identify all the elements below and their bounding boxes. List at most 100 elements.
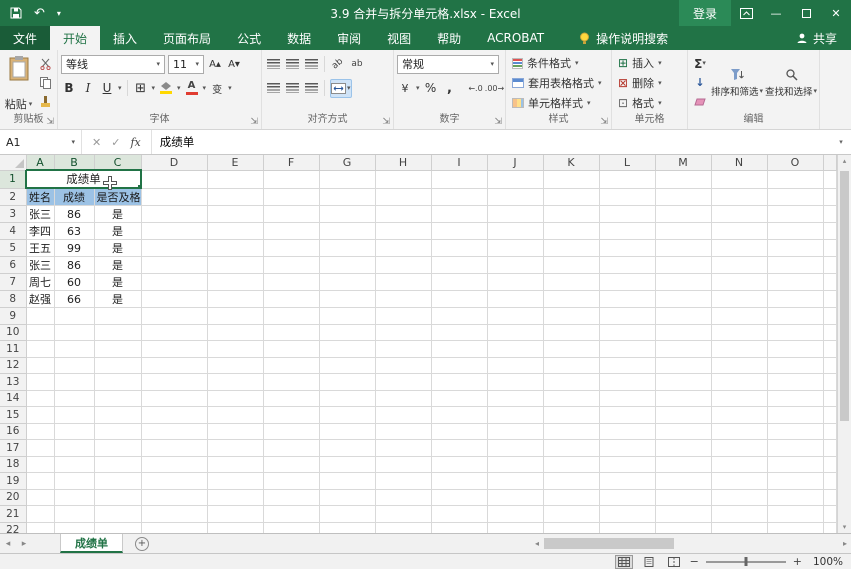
cell-A19[interactable]	[26, 472, 55, 490]
cell-M13[interactable]	[655, 373, 712, 391]
cell-K2[interactable]	[543, 188, 600, 206]
cell-H15[interactable]	[375, 406, 432, 424]
ribbon-tab-帮助[interactable]: 帮助	[424, 26, 474, 50]
column-header-B[interactable]: B	[53, 155, 95, 171]
column-header-M[interactable]: M	[654, 155, 712, 171]
cell-G20[interactable]	[319, 489, 376, 506]
cell-I3[interactable]	[431, 205, 488, 223]
cell-N8[interactable]	[711, 290, 768, 308]
cell-G8[interactable]	[319, 290, 376, 308]
cell-H4[interactable]	[375, 222, 432, 240]
cell-M18[interactable]	[655, 456, 712, 473]
cell-I12[interactable]	[431, 357, 488, 374]
cell-O13[interactable]	[767, 373, 824, 391]
cell-I19[interactable]	[431, 472, 488, 490]
cell-A6[interactable]: 张三	[26, 256, 55, 274]
cell-O14[interactable]	[767, 390, 824, 407]
cell-F13[interactable]	[263, 373, 320, 391]
cell-A8[interactable]: 赵强	[26, 290, 55, 308]
cell-F5[interactable]	[263, 239, 320, 257]
cell-D20[interactable]	[141, 489, 208, 506]
row-header-1[interactable]: 1	[0, 169, 27, 189]
column-header-K[interactable]: K	[542, 155, 600, 171]
zoom-out-button[interactable]: −	[690, 555, 699, 568]
cell-J7[interactable]	[487, 273, 544, 291]
cell-I5[interactable]	[431, 239, 488, 257]
row-header-18[interactable]: 18	[0, 455, 27, 473]
cell-M22[interactable]	[655, 522, 712, 533]
cell-N21[interactable]	[711, 505, 768, 523]
cell-D11[interactable]	[141, 340, 208, 358]
cell-A13[interactable]	[26, 373, 55, 391]
cell-O2[interactable]	[767, 188, 824, 206]
cell-G14[interactable]	[319, 390, 376, 407]
row-header-16[interactable]: 16	[0, 422, 27, 440]
cell-N18[interactable]	[711, 456, 768, 473]
formula-input[interactable]: 成绩单	[152, 130, 831, 154]
cell-N17[interactable]	[711, 439, 768, 457]
align-middle-button[interactable]	[284, 55, 300, 74]
number-dialog-launcher-icon[interactable]: ⇲	[494, 118, 502, 127]
cell-E16[interactable]	[207, 423, 264, 440]
cell-J3[interactable]	[487, 205, 544, 223]
cell-H16[interactable]	[375, 423, 432, 440]
cell-H2[interactable]	[375, 188, 432, 206]
decrease-font-size-button[interactable]: A▾	[226, 55, 242, 74]
cell-C2[interactable]: 是否及格	[94, 188, 142, 206]
cell-I8[interactable]	[431, 290, 488, 308]
cell-I7[interactable]	[431, 273, 488, 291]
cell-N19[interactable]	[711, 472, 768, 490]
cell-N13[interactable]	[711, 373, 768, 391]
cell-M17[interactable]	[655, 439, 712, 457]
page-layout-view-button[interactable]	[640, 555, 658, 569]
cell-J18[interactable]	[487, 456, 544, 473]
cell-L7[interactable]	[599, 273, 656, 291]
cell-H8[interactable]	[375, 290, 432, 308]
ribbon-tab-ACROBAT[interactable]: ACROBAT	[474, 26, 557, 50]
cell-L14[interactable]	[599, 390, 656, 407]
cell-M20[interactable]	[655, 489, 712, 506]
conditional-formatting-button[interactable]: 条件格式 ▾	[509, 53, 608, 73]
cell-A7[interactable]: 周七	[26, 273, 55, 291]
cell-B13[interactable]	[54, 373, 95, 391]
font-dialog-launcher-icon[interactable]: ⇲	[250, 118, 258, 127]
clipboard-dialog-launcher-icon[interactable]: ⇲	[46, 118, 54, 127]
cell-M9[interactable]	[655, 307, 712, 325]
cell-K15[interactable]	[543, 406, 600, 424]
cell-G22[interactable]	[319, 522, 376, 533]
cell-D21[interactable]	[141, 505, 208, 523]
bold-button[interactable]: B	[61, 79, 77, 98]
cell-H22[interactable]	[375, 522, 432, 533]
cell-N2[interactable]	[711, 188, 768, 206]
cell-B18[interactable]	[54, 456, 95, 473]
cell-N11[interactable]	[711, 340, 768, 358]
sheet-nav-right-icon[interactable]: ▸	[16, 534, 32, 553]
increase-font-size-button[interactable]: A▴	[207, 55, 223, 74]
cell-M21[interactable]	[655, 505, 712, 523]
cell-C14[interactable]	[94, 390, 142, 407]
cell-O15[interactable]	[767, 406, 824, 424]
cell-G21[interactable]	[319, 505, 376, 523]
cell-L1[interactable]	[599, 170, 656, 189]
cell-J15[interactable]	[487, 406, 544, 424]
number-format-combo[interactable]: 常规 ▾	[397, 54, 499, 74]
cell-G15[interactable]	[319, 406, 376, 424]
cell-I10[interactable]	[431, 324, 488, 341]
cell-A18[interactable]	[26, 456, 55, 473]
normal-view-button[interactable]	[614, 554, 633, 569]
cell-D19[interactable]	[141, 472, 208, 490]
cell-M10[interactable]	[655, 324, 712, 341]
find-and-select-button[interactable]: 查找和选择 ▾	[765, 53, 817, 113]
zoom-slider[interactable]	[705, 556, 786, 566]
cell-L9[interactable]	[599, 307, 656, 325]
cell-I15[interactable]	[431, 406, 488, 424]
cell-M15[interactable]	[655, 406, 712, 424]
cell-G6[interactable]	[319, 256, 376, 274]
cell-I1[interactable]	[431, 170, 488, 189]
cell-C12[interactable]	[94, 357, 142, 374]
minimize-button[interactable]: —	[761, 0, 791, 26]
cell-J14[interactable]	[487, 390, 544, 407]
cell-C11[interactable]	[94, 340, 142, 358]
cell-M3[interactable]	[655, 205, 712, 223]
cell-C17[interactable]	[94, 439, 142, 457]
